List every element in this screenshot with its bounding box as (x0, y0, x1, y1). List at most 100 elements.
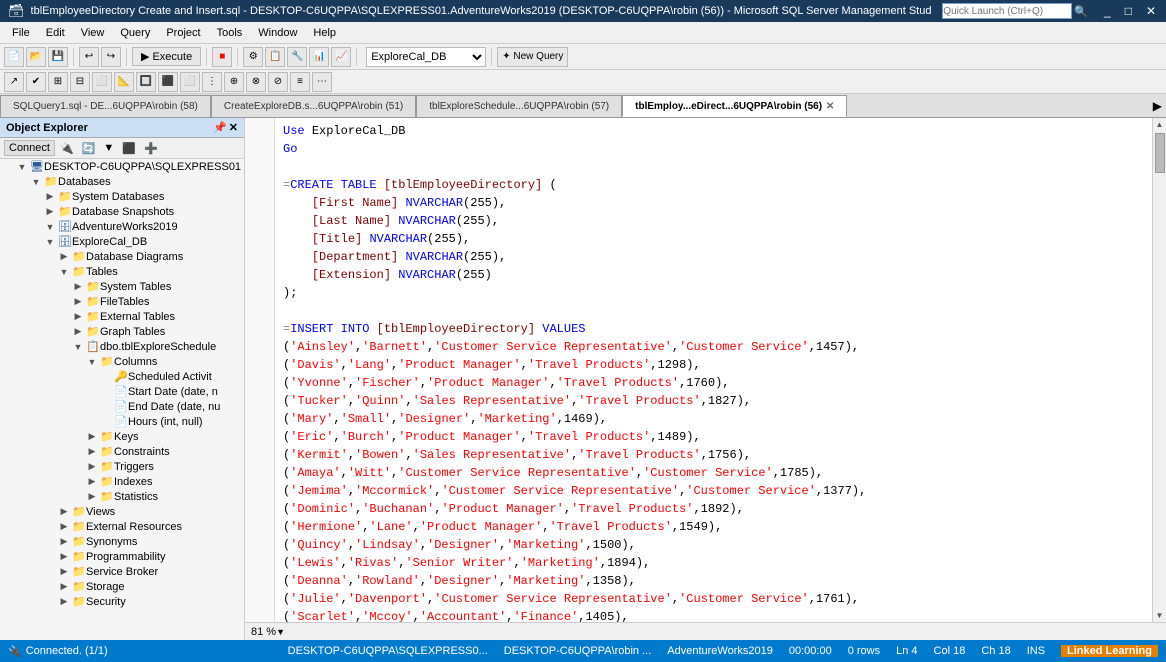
tb2-btn7[interactable]: 🔲 (136, 72, 156, 92)
tree-node-constraints[interactable]: ▶ 📁 Constraints (0, 444, 244, 459)
ins-info: INS (1027, 645, 1045, 657)
sql-editor[interactable]: Use ExploreCal_DB Go =CREATE TABLE [tblE… (275, 118, 1152, 622)
disconnect-icon[interactable]: 🔌 (57, 141, 77, 156)
tree-node-snapshots[interactable]: ▶ 📁 Database Snapshots (0, 204, 244, 219)
stop-icon[interactable]: ⬛ (119, 141, 139, 156)
tree-node-adventureworks[interactable]: ▼ 🗄 AdventureWorks2019 (0, 219, 244, 234)
tb2-btn5[interactable]: ⬜ (92, 72, 112, 92)
scroll-up-icon[interactable]: ▲ (1154, 118, 1166, 131)
tree-node-server[interactable]: ▼ 🖥 DESKTOP-C6UQPPA\SQLEXPRESS01 (SC (0, 159, 244, 174)
tree-node-indexes[interactable]: ▶ 📁 Indexes (0, 474, 244, 489)
tree-node-col-enddate[interactable]: 📄 End Date (date, nu (0, 399, 244, 414)
stop-icon[interactable]: ■ (212, 47, 232, 67)
connect-button[interactable]: Connect (4, 140, 55, 156)
linenum (249, 608, 270, 622)
refresh-icon[interactable]: 🔄 (79, 141, 99, 156)
tree-node-keys[interactable]: ▶ 📁 Keys (0, 429, 244, 444)
titlebar-left: 🗃 tblEmployeeDirectory Create and Insert… (8, 3, 931, 19)
close-button[interactable]: ✕ (1140, 4, 1162, 18)
tree-node-col-startdate[interactable]: 📄 Start Date (date, n (0, 384, 244, 399)
tree-node-externaltables[interactable]: ▶ 📁 External Tables (0, 309, 244, 324)
tree-node-views[interactable]: ▶ 📁 Views (0, 504, 244, 519)
sql-val16: ('Scarlet','Mccoy','Accountant','Finance… (283, 608, 1144, 622)
tree-node-security[interactable]: ▶ 📁 Security (0, 594, 244, 609)
tb2-btn4[interactable]: ⊟ (70, 72, 90, 92)
tb-btn1[interactable]: ⚙ (243, 47, 263, 67)
new-query-btn[interactable]: ✦ New Query (497, 47, 568, 67)
menu-window[interactable]: Window (250, 25, 305, 41)
tree-node-tables[interactable]: ▼ 📁 Tables (0, 264, 244, 279)
save-icon[interactable]: 💾 (48, 47, 68, 67)
redo-icon[interactable]: ↪ (101, 47, 121, 67)
tb2-btn12[interactable]: ⊗ (246, 72, 266, 92)
tree-node-explorecal[interactable]: ▼ 🗄 ExploreCal_DB (0, 234, 244, 249)
expand-synonyms-icon: ▶ (56, 536, 72, 547)
quicklaunch-input[interactable] (942, 3, 1072, 19)
menu-help[interactable]: Help (305, 25, 344, 41)
tb2-btn10[interactable]: ⋮ (202, 72, 222, 92)
tb2-btn13[interactable]: ⊘ (268, 72, 288, 92)
tree-node-servicebroker[interactable]: ▶ 📁 Service Broker (0, 564, 244, 579)
tab4-close-icon[interactable]: ✕ (826, 101, 834, 112)
tb2-btn3[interactable]: ⊞ (48, 72, 68, 92)
tree-node-systemdb[interactable]: ▶ 📁 System Databases (0, 189, 244, 204)
tb-btn3[interactable]: 🔧 (287, 47, 307, 67)
tb2-btn6[interactable]: 📐 (114, 72, 134, 92)
menu-view[interactable]: View (73, 25, 113, 41)
menu-file[interactable]: File (4, 25, 38, 41)
sep5 (356, 48, 357, 66)
objex-pin-icon[interactable]: 📌 (213, 121, 227, 134)
filter-icon[interactable]: ▼ (100, 141, 117, 155)
tree-node-col-hours[interactable]: 📄 Hours (int, null) (0, 414, 244, 429)
objex-close-icon[interactable]: ✕ (229, 121, 238, 134)
tab-tblemployeedirectory[interactable]: tblEmploy...eDirect...6UQPPA\robin (56) … (622, 95, 847, 117)
db-select[interactable]: ExploreCal_DB (366, 47, 486, 67)
tree-node-statistics[interactable]: ▶ 📁 Statistics (0, 489, 244, 504)
tree-node-systemtables[interactable]: ▶ 📁 System Tables (0, 279, 244, 294)
scroll-down-icon[interactable]: ▼ (1154, 609, 1166, 622)
tree-node-columns[interactable]: ▼ 📁 Columns (0, 354, 244, 369)
tab-sqlquery1[interactable]: SQLQuery1.sql - DE...6UQPPA\robin (58) (0, 95, 211, 117)
maximize-button[interactable]: □ (1119, 4, 1138, 18)
menu-project[interactable]: Project (158, 25, 208, 41)
tb-btn4[interactable]: 📊 (309, 47, 329, 67)
tree-node-programmability[interactable]: ▶ 📁 Programmability (0, 549, 244, 564)
tree-node-databases[interactable]: ▼ 📁 Databases (0, 174, 244, 189)
menu-query[interactable]: Query (112, 25, 158, 41)
tb2-btn9[interactable]: ⬜ (180, 72, 200, 92)
tree-node-extresources[interactable]: ▶ 📁 External Resources (0, 519, 244, 534)
collapse-icon[interactable]: ➕ (141, 141, 161, 156)
tree-node-filetables[interactable]: ▶ 📁 FileTables (0, 294, 244, 309)
tree-node-diagrams[interactable]: ▶ 📁 Database Diagrams (0, 249, 244, 264)
tb2-btn1[interactable]: ↗ (4, 72, 24, 92)
tb2-btn15[interactable]: ⋯ (312, 72, 332, 92)
tb2-btn11[interactable]: ⊕ (224, 72, 244, 92)
tb-btn5[interactable]: 📈 (331, 47, 351, 67)
tb-btn2[interactable]: 📋 (265, 47, 285, 67)
right-scrollbar[interactable]: ▲ ▼ (1152, 118, 1166, 622)
tree-node-storage[interactable]: ▶ 📁 Storage (0, 579, 244, 594)
tree-node-graphtables[interactable]: ▶ 📁 Graph Tables (0, 324, 244, 339)
zoom-dropdown-icon[interactable]: ▼ (276, 627, 285, 637)
views-icon: 📁 (72, 505, 86, 518)
tree-node-triggers[interactable]: ▶ 📁 Triggers (0, 459, 244, 474)
menu-tools[interactable]: Tools (209, 25, 251, 41)
tab-tblexploreschedule[interactable]: tblExploreSchedule...6UQPPA\robin (57) (416, 95, 622, 117)
undo-icon[interactable]: ↩ (79, 47, 99, 67)
tb2-btn2[interactable]: ✔ (26, 72, 46, 92)
tb2-btn8[interactable]: ⬛ (158, 72, 178, 92)
sql-val15: ('Julie','Davenport','Customer Service R… (283, 590, 1144, 608)
tb2-btn14[interactable]: ≡ (290, 72, 310, 92)
scroll-thumb[interactable] (1155, 133, 1165, 173)
execute-button[interactable]: ▶ Execute (132, 47, 201, 66)
tab-scroll-right-icon[interactable]: ▶ (1149, 99, 1166, 113)
menu-edit[interactable]: Edit (38, 25, 73, 41)
tree-node-tblexploreschedule[interactable]: ▼ 📋 dbo.tblExploreSchedule (0, 339, 244, 354)
synonyms-label: Synonyms (86, 536, 137, 548)
tree-node-synonyms[interactable]: ▶ 📁 Synonyms (0, 534, 244, 549)
tab-createexplore[interactable]: CreateExploreDB.s...6UQPPA\robin (51) (211, 95, 416, 117)
minimize-button[interactable]: _ (1098, 4, 1117, 18)
tree-node-col-scheduled[interactable]: 🔑 Scheduled Activit (0, 369, 244, 384)
new-query-icon[interactable]: 📄 (4, 47, 24, 67)
open-icon[interactable]: 📂 (26, 47, 46, 67)
